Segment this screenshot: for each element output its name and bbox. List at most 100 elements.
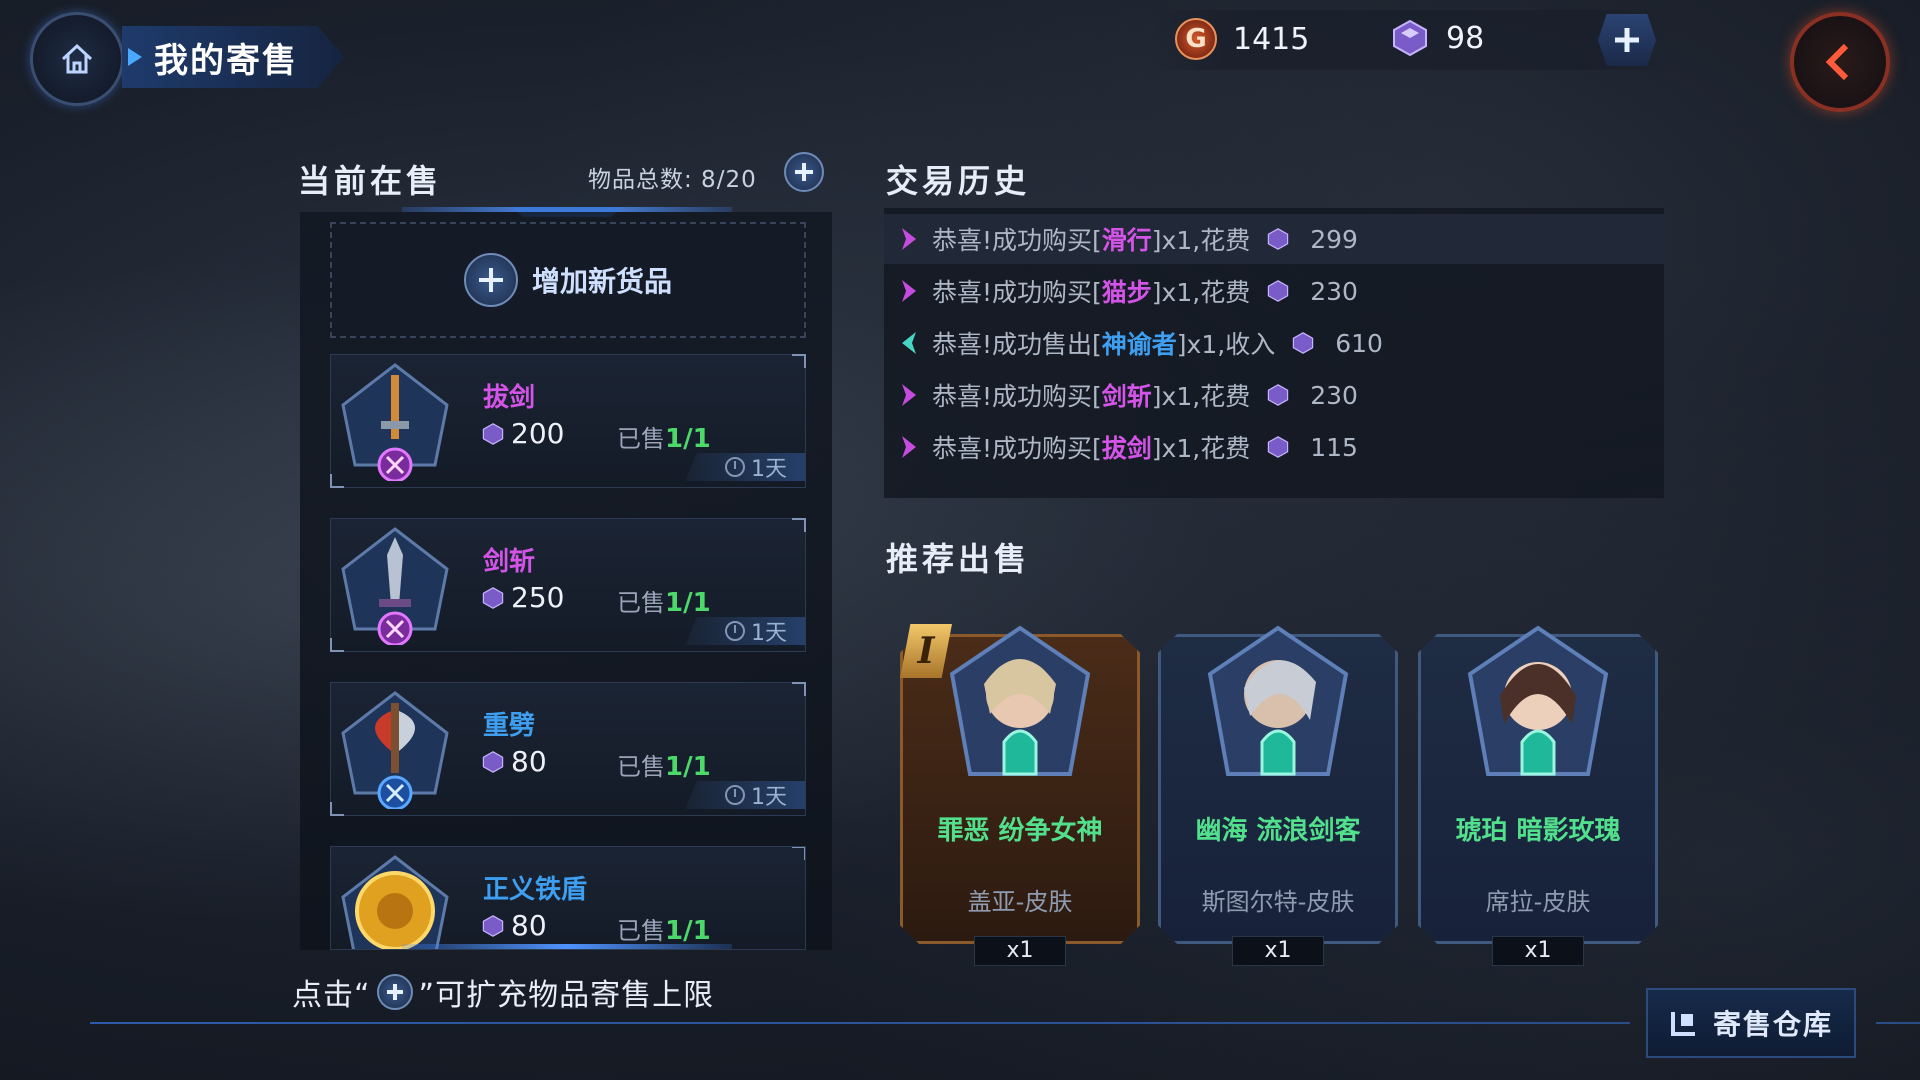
skin-name: 罪恶 纷争女神 [937,816,1103,846]
frame-corner [792,847,805,860]
item-price: 250 [481,581,564,614]
warehouse-icon [1670,1012,1695,1036]
clock-icon [725,457,745,477]
buy-arrow-icon [902,436,916,458]
history-amount: 299 [1310,224,1358,254]
gem-icon [1268,436,1289,458]
on-sale-title: 当前在售 [298,162,443,200]
gem-icon [482,750,504,773]
time-value: 1天 [751,457,787,482]
expand-hint: 点击“ ”可扩充物品寄售上限 [292,970,714,1014]
item-price: 80 [481,745,547,778]
skin-name: 琥珀 暗影玫瑰 [1455,816,1621,846]
history-amount: 115 [1310,432,1358,462]
sold-value: 1/1 [665,752,711,782]
gem-icon [1268,384,1289,406]
item-name: 拔剑 [483,383,536,413]
history-item: 猫步 [1101,278,1152,307]
sold-label: 已售 [617,589,665,617]
time-remaining: 1天 [685,617,805,645]
frame-corner [792,354,806,368]
expand-slots-button[interactable] [784,152,824,192]
recommended-title: 推荐出售 [886,540,1031,578]
buy-arrow-icon [902,228,916,250]
history-prefix: 恭喜!成功售出[ [932,330,1102,359]
quantity: x1 [1232,936,1324,966]
add-new-item-label: 增加新货品 [531,265,672,298]
quantity: x1 [1492,936,1584,966]
item-price-value: 250 [511,581,565,614]
history-title: 交易历史 [886,162,1031,200]
history-amount: 610 [1335,328,1383,358]
add-new-item-button[interactable]: 增加新货品 [330,222,806,338]
warehouse-label: 寄售仓库 [1712,1008,1833,1041]
buy-arrow-icon [902,280,916,302]
skin-type: 席拉-皮肤 [1485,888,1591,916]
sold-label: 已售 [617,753,665,781]
sale-item-card[interactable]: 正义铁盾 80 已售1/1 [330,846,806,950]
sale-item-card[interactable]: 剑斩 250 已售1/1 1天 [330,518,806,652]
sold-status: 已售1/1 [617,419,711,454]
scroll-indicator [402,944,732,949]
home-icon [61,43,93,74]
clock-icon [725,621,745,641]
recommended-card[interactable]: 幽海 流浪剑客 斯图尔特-皮肤 x1 [1158,624,1398,966]
item-name: 剑斩 [483,547,536,577]
history-suffix: ]x1,花费 [1151,382,1251,411]
item-price: 200 [481,417,564,450]
history-prefix: 恭喜!成功购买[ [932,382,1102,411]
gem-icon [482,422,504,445]
sold-status: 已售1/1 [617,911,711,946]
plus-icon [795,163,813,181]
history-prefix: 恭喜!成功购买[ [932,278,1102,307]
history-row: 恭喜!成功购买[剑斩]x1,花费 230 [884,370,1664,420]
plus-circle-icon [376,974,413,1010]
item-name: 正义铁盾 [483,875,588,905]
item-name: 重劈 [483,711,536,741]
time-remaining: 1天 [685,453,805,481]
plus-icon [478,268,503,292]
item-price-value: 200 [511,417,565,450]
consignment-warehouse-button[interactable]: 寄售仓库 [1646,988,1856,1058]
sold-value: 1/1 [665,424,711,454]
axe-icon [341,691,449,809]
add-circle-icon [463,253,518,307]
sold-label: 已售 [617,425,665,453]
history-row: 恭喜!成功购买[滑行]x1,花费 299 [884,214,1664,264]
blade-icon [341,527,449,645]
history-suffix: ]x1,花费 [1151,278,1251,307]
gem-icon [482,586,504,609]
skin-type: 盖亚-皮肤 [967,888,1073,916]
sale-item-card[interactable]: 拔剑 200 已售1/1 1天 [330,354,806,488]
shield-icon [341,855,449,949]
sale-item-card[interactable]: 重劈 80 已售1/1 1天 [330,682,806,816]
recommended-card[interactable]: 琥珀 暗影玫瑰 席拉-皮肤 x1 [1418,624,1658,966]
page-title: 我的寄售 [122,26,344,88]
home-button[interactable] [30,12,124,106]
time-remaining: 1天 [685,781,805,809]
gem-balance: 98 [1390,18,1484,58]
plus-icon [386,984,403,1000]
history-row: 恭喜!成功购买[拔剑]x1,花费 115 [884,422,1664,472]
back-button[interactable] [1790,12,1890,112]
recommended-card[interactable]: I 罪恶 纷争女神 盖亚-皮肤 x1 [900,624,1140,966]
sell-arrow-icon [902,332,916,354]
history-row: 恭喜!成功售出[神谕者]x1,收入 610 [884,318,1664,368]
hint-before: 点击“ [292,978,371,1013]
gold-coin-icon: G [1175,18,1217,60]
time-value: 1天 [751,621,787,646]
add-currency-button[interactable] [1598,14,1656,66]
gem-icon [1393,19,1427,57]
item-price-value: 80 [511,745,547,778]
skin-type: 斯图尔特-皮肤 [1201,888,1355,916]
sold-value: 1/1 [665,916,711,946]
hint-after: ”可扩充物品寄售上限 [418,978,715,1013]
hero-portrait [1467,625,1609,776]
history-prefix: 恭喜!成功购买[ [932,226,1102,255]
history-item: 神谕者 [1101,330,1177,359]
gem-amount: 98 [1446,20,1485,56]
history-suffix: ]x1,花费 [1151,434,1251,463]
buy-arrow-icon [902,384,916,406]
sold-label: 已售 [617,917,665,945]
hero-portrait [1207,625,1349,776]
